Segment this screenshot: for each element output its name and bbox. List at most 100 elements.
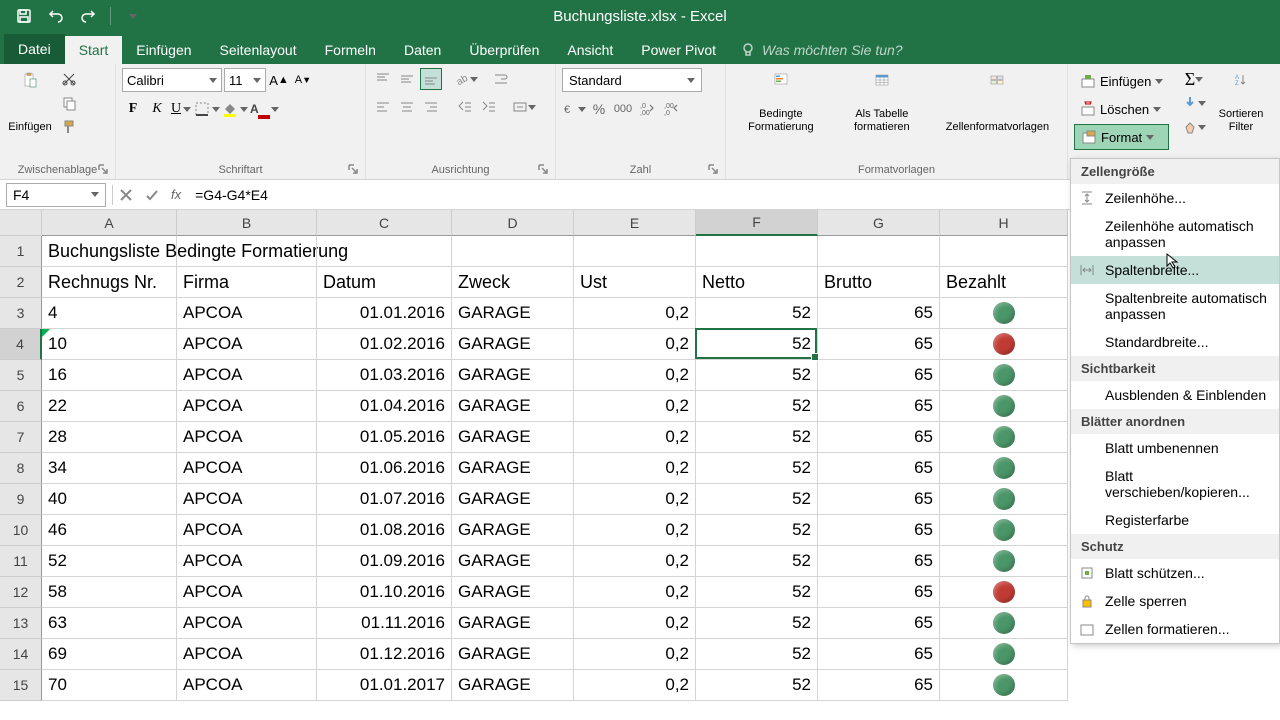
cell[interactable]: 0,2 — [574, 298, 696, 329]
cell[interactable]: APCOA — [177, 546, 317, 577]
cell[interactable]: APCOA — [177, 453, 317, 484]
percent-button[interactable]: % — [588, 98, 610, 120]
cell[interactable]: Ust — [574, 267, 696, 298]
menu-protect-sheet[interactable]: Blatt schützen... — [1071, 559, 1279, 587]
tab-view[interactable]: Ansicht — [553, 36, 627, 64]
row-header[interactable]: 15 — [0, 670, 42, 701]
cell[interactable]: GARAGE — [452, 484, 574, 515]
clear-button[interactable] — [1182, 116, 1206, 138]
cell[interactable]: GARAGE — [452, 422, 574, 453]
row-header[interactable]: 13 — [0, 608, 42, 639]
menu-rename-sheet[interactable]: Blatt umbenennen — [1071, 434, 1279, 462]
cell[interactable]: 4 — [42, 298, 177, 329]
cell[interactable]: GARAGE — [452, 360, 574, 391]
copy-button[interactable] — [58, 92, 80, 114]
fill-color-button[interactable] — [222, 98, 248, 120]
cells-insert-button[interactable]: Einfügen — [1074, 68, 1169, 94]
cell[interactable]: 0,2 — [574, 360, 696, 391]
cell[interactable]: 58 — [42, 577, 177, 608]
column-header[interactable]: D — [452, 210, 574, 236]
cell[interactable]: 28 — [42, 422, 177, 453]
cell[interactable] — [574, 236, 696, 267]
cell[interactable]: Buchungsliste Bedingte Formatierung — [42, 236, 177, 267]
cell[interactable]: 0,2 — [574, 608, 696, 639]
cell[interactable]: 52 — [696, 360, 818, 391]
cell[interactable]: 65 — [818, 329, 940, 360]
tab-powerpivot[interactable]: Power Pivot — [627, 36, 730, 64]
row-header[interactable]: 3 — [0, 298, 42, 329]
menu-autofit-row[interactable]: Zeilenhöhe automatisch anpassen — [1071, 212, 1279, 256]
cell[interactable]: 52 — [696, 670, 818, 701]
cell[interactable]: 01.01.2016 — [317, 298, 452, 329]
thousands-button[interactable]: 000 — [612, 98, 634, 120]
cell[interactable]: 65 — [818, 639, 940, 670]
tab-insert[interactable]: Einfügen — [122, 36, 205, 64]
cell[interactable]: 01.09.2016 — [317, 546, 452, 577]
cell[interactable]: 16 — [42, 360, 177, 391]
cells-format-button[interactable]: Format — [1074, 124, 1169, 150]
cell[interactable]: 65 — [818, 360, 940, 391]
row-header[interactable]: 8 — [0, 453, 42, 484]
cell[interactable]: GARAGE — [452, 391, 574, 422]
number-launcher[interactable] — [707, 164, 719, 176]
font-name-combo[interactable]: Calibri — [122, 68, 222, 92]
cell[interactable]: 34 — [42, 453, 177, 484]
cell[interactable]: APCOA — [177, 670, 317, 701]
row-header[interactable]: 1 — [0, 236, 42, 267]
cell[interactable] — [940, 546, 1068, 577]
row-header[interactable]: 7 — [0, 422, 42, 453]
qat-customize-button[interactable] — [119, 3, 147, 29]
cell[interactable]: 52 — [696, 298, 818, 329]
cell[interactable]: 65 — [818, 608, 940, 639]
tab-start[interactable]: Start — [65, 36, 123, 64]
fill-button[interactable] — [1182, 92, 1206, 114]
cell[interactable]: 65 — [818, 453, 940, 484]
menu-row-height[interactable]: Zeilenhöhe... — [1071, 184, 1279, 212]
cell[interactable]: 0,2 — [574, 422, 696, 453]
cell[interactable]: 0,2 — [574, 670, 696, 701]
cell[interactable]: 0,2 — [574, 329, 696, 360]
cell[interactable] — [940, 329, 1068, 360]
align-left-button[interactable] — [372, 96, 394, 118]
cell[interactable] — [696, 236, 818, 267]
increase-decimal-button[interactable]: ,0,00 — [636, 98, 658, 120]
align-top-button[interactable] — [372, 68, 394, 90]
cell[interactable]: 01.08.2016 — [317, 515, 452, 546]
cell[interactable]: 52 — [696, 422, 818, 453]
menu-autofit-column[interactable]: Spaltenbreite automatisch anpassen — [1071, 284, 1279, 328]
cell[interactable]: 65 — [818, 298, 940, 329]
cell[interactable]: 01.02.2016 — [317, 329, 452, 360]
tab-review[interactable]: Überprüfen — [455, 36, 553, 64]
redo-button[interactable] — [74, 3, 102, 29]
decrease-indent-button[interactable] — [454, 96, 476, 118]
cell[interactable]: APCOA — [177, 577, 317, 608]
cell[interactable]: 52 — [696, 484, 818, 515]
menu-format-cells[interactable]: Zellen formatieren... — [1071, 615, 1279, 643]
cell[interactable]: 65 — [818, 515, 940, 546]
cell[interactable]: 0,2 — [574, 546, 696, 577]
grow-font-button[interactable]: A▲ — [268, 69, 290, 91]
name-box[interactable]: F4 — [6, 183, 106, 207]
row-header[interactable]: 14 — [0, 639, 42, 670]
cell[interactable]: 0,2 — [574, 391, 696, 422]
cell[interactable]: APCOA — [177, 422, 317, 453]
cell[interactable]: 46 — [42, 515, 177, 546]
menu-move-sheet[interactable]: Blatt verschieben/kopieren... — [1071, 462, 1279, 506]
cell[interactable]: 22 — [42, 391, 177, 422]
cell[interactable]: 01.01.2017 — [317, 670, 452, 701]
cell[interactable]: GARAGE — [452, 608, 574, 639]
cell[interactable]: 0,2 — [574, 515, 696, 546]
wrap-text-button[interactable] — [490, 68, 512, 90]
cell[interactable] — [940, 391, 1068, 422]
cell[interactable]: Zweck — [452, 267, 574, 298]
sort-filter-button[interactable]: AZ Sortieren Filter — [1210, 68, 1272, 138]
merge-button[interactable] — [512, 96, 536, 118]
column-header[interactable]: A — [42, 210, 177, 236]
cell[interactable]: 65 — [818, 484, 940, 515]
paste-button[interactable]: Einfügen — [6, 68, 54, 138]
cell[interactable] — [940, 515, 1068, 546]
save-button[interactable] — [10, 3, 38, 29]
cell[interactable]: 40 — [42, 484, 177, 515]
decrease-decimal-button[interactable]: ,00,0 — [660, 98, 682, 120]
row-header[interactable]: 4 — [0, 329, 42, 360]
